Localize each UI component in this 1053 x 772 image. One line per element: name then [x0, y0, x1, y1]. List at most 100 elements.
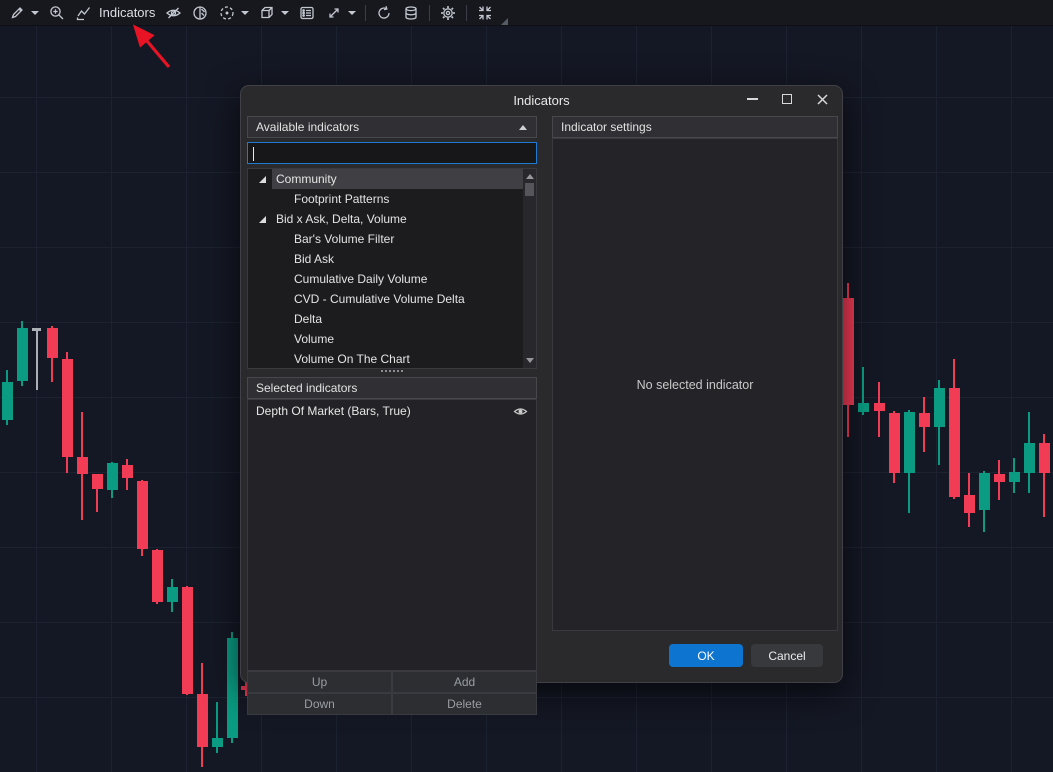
add-button[interactable]: Add: [392, 671, 537, 693]
indicators-icon[interactable]: [75, 4, 93, 22]
candle-body: [979, 473, 990, 510]
collapse-section-icon[interactable]: [519, 125, 527, 130]
tree-item-label: Footprint Patterns: [294, 189, 389, 209]
scroll-down-icon[interactable]: [526, 358, 534, 363]
indicator-search-input[interactable]: [248, 143, 536, 163]
scale-dropdown-caret[interactable]: [348, 11, 356, 15]
splitter-grip[interactable]: [241, 370, 543, 372]
up-button[interactable]: Up: [247, 671, 392, 693]
candle-body: [934, 388, 945, 427]
maximize-button[interactable]: [778, 90, 796, 108]
toolbar-separator: [365, 5, 366, 21]
candle-body: [152, 550, 163, 602]
tree-item-label: Bar's Volume Filter: [294, 229, 394, 249]
cancel-button[interactable]: Cancel: [751, 644, 823, 667]
indicators-dialog: Indicators Available indicators Communit…: [240, 85, 843, 683]
text-caret: [253, 147, 254, 161]
tree-item[interactable]: Delta: [248, 309, 536, 329]
indicator-search-box: [247, 142, 537, 164]
list-action-buttons: Up Add Down Delete: [247, 671, 537, 715]
zoom-in-icon[interactable]: [48, 4, 66, 22]
selected-indicators-header: Selected indicators: [247, 377, 537, 399]
candle-body: [964, 495, 975, 513]
refresh-icon[interactable]: [375, 4, 393, 22]
tree-item[interactable]: Community: [248, 169, 536, 189]
candle-body: [949, 388, 960, 497]
candle-body: [858, 403, 869, 412]
minimize-button[interactable]: [743, 90, 761, 108]
tree-item[interactable]: Volume On The Chart: [248, 349, 536, 369]
tree-item[interactable]: Bid Ask: [248, 249, 536, 269]
candle-body: [904, 412, 915, 473]
candle-body: [1024, 443, 1035, 473]
crosshair-target-icon[interactable]: [218, 4, 236, 22]
cube-dropdown-caret[interactable]: [281, 11, 289, 15]
selected-indicator-label: Depth Of Market (Bars, True): [256, 404, 411, 418]
candle-body: [182, 587, 193, 694]
selected-indicators-label: Selected indicators: [256, 381, 357, 395]
candle-body: [92, 474, 103, 489]
gear-settings-icon[interactable]: [439, 4, 457, 22]
candle-body: [1009, 472, 1020, 482]
scroll-up-icon[interactable]: [526, 174, 534, 179]
candle-body: [47, 328, 58, 358]
crosshair-dropdown-caret[interactable]: [241, 11, 249, 15]
candle-body: [167, 587, 178, 602]
tree-item[interactable]: CVD - Cumulative Volume Delta: [248, 289, 536, 309]
draw-pencil-icon[interactable]: [8, 4, 26, 22]
candle-body: [889, 413, 900, 473]
candle-body: [107, 463, 118, 490]
database-icon[interactable]: [402, 4, 420, 22]
candle-body: [197, 694, 208, 747]
available-indicators-label: Available indicators: [256, 120, 359, 134]
minimize-icon: [747, 98, 758, 100]
tree-scrollbar[interactable]: [523, 169, 536, 368]
eye-off-icon[interactable]: [164, 4, 182, 22]
trading-app: Indicators: [0, 0, 1053, 772]
selected-indicator-row[interactable]: Depth Of Market (Bars, True): [248, 400, 536, 422]
candle-body: [1039, 443, 1050, 473]
tree-item[interactable]: Bid x Ask, Delta, Volume: [248, 209, 536, 229]
candle-body: [32, 328, 41, 331]
candle-body: [137, 481, 148, 549]
table-list-icon[interactable]: [298, 4, 316, 22]
candle-body: [227, 638, 238, 738]
expand-arrow-icon[interactable]: [258, 215, 267, 224]
tree-item-label: Delta: [294, 309, 322, 329]
candle-wick: [36, 328, 38, 390]
scrollbar-thumb[interactable]: [525, 183, 534, 196]
tree-item-label: Bid Ask: [294, 249, 334, 269]
close-icon: [817, 94, 828, 105]
scale-resize-icon[interactable]: [325, 4, 343, 22]
tree-item[interactable]: Bar's Volume Filter: [248, 229, 536, 249]
candle-body: [843, 298, 854, 405]
contrast-icon[interactable]: [191, 4, 209, 22]
ok-button[interactable]: OK: [669, 644, 743, 667]
tree-item-label: CVD - Cumulative Volume Delta: [294, 289, 465, 309]
tree-item-label: Bid x Ask, Delta, Volume: [276, 209, 407, 229]
toolbar-separator: [429, 5, 430, 21]
candle-body: [874, 403, 885, 411]
collapse-panels-icon[interactable]: [476, 4, 494, 22]
indicators-toolbar-label[interactable]: Indicators: [99, 5, 155, 20]
available-indicators-header[interactable]: Available indicators: [247, 116, 537, 138]
draw-dropdown-caret[interactable]: [31, 11, 39, 15]
down-button[interactable]: Down: [247, 693, 392, 715]
toolbar-resize-grip[interactable]: [501, 18, 508, 25]
expand-arrow-icon[interactable]: [258, 175, 267, 184]
close-button[interactable]: [813, 90, 831, 108]
cube-3d-icon[interactable]: [258, 4, 276, 22]
delete-button[interactable]: Delete: [392, 693, 537, 715]
toolbar-separator: [466, 5, 467, 21]
indicator-settings-label: Indicator settings: [561, 120, 652, 134]
tree-item[interactable]: Volume: [248, 329, 536, 349]
tree-item-label: Cumulative Daily Volume: [294, 269, 427, 289]
selected-indicators-list[interactable]: Depth Of Market (Bars, True): [247, 399, 537, 671]
tree-item[interactable]: Footprint Patterns: [248, 189, 536, 209]
tree-item-label: Volume: [294, 329, 334, 349]
indicator-tree[interactable]: CommunityFootprint PatternsBid x Ask, De…: [247, 168, 537, 369]
tree-item[interactable]: Cumulative Daily Volume: [248, 269, 536, 289]
visibility-eye-icon[interactable]: [513, 406, 528, 417]
candle-body: [994, 474, 1005, 482]
candle-body: [77, 457, 88, 474]
